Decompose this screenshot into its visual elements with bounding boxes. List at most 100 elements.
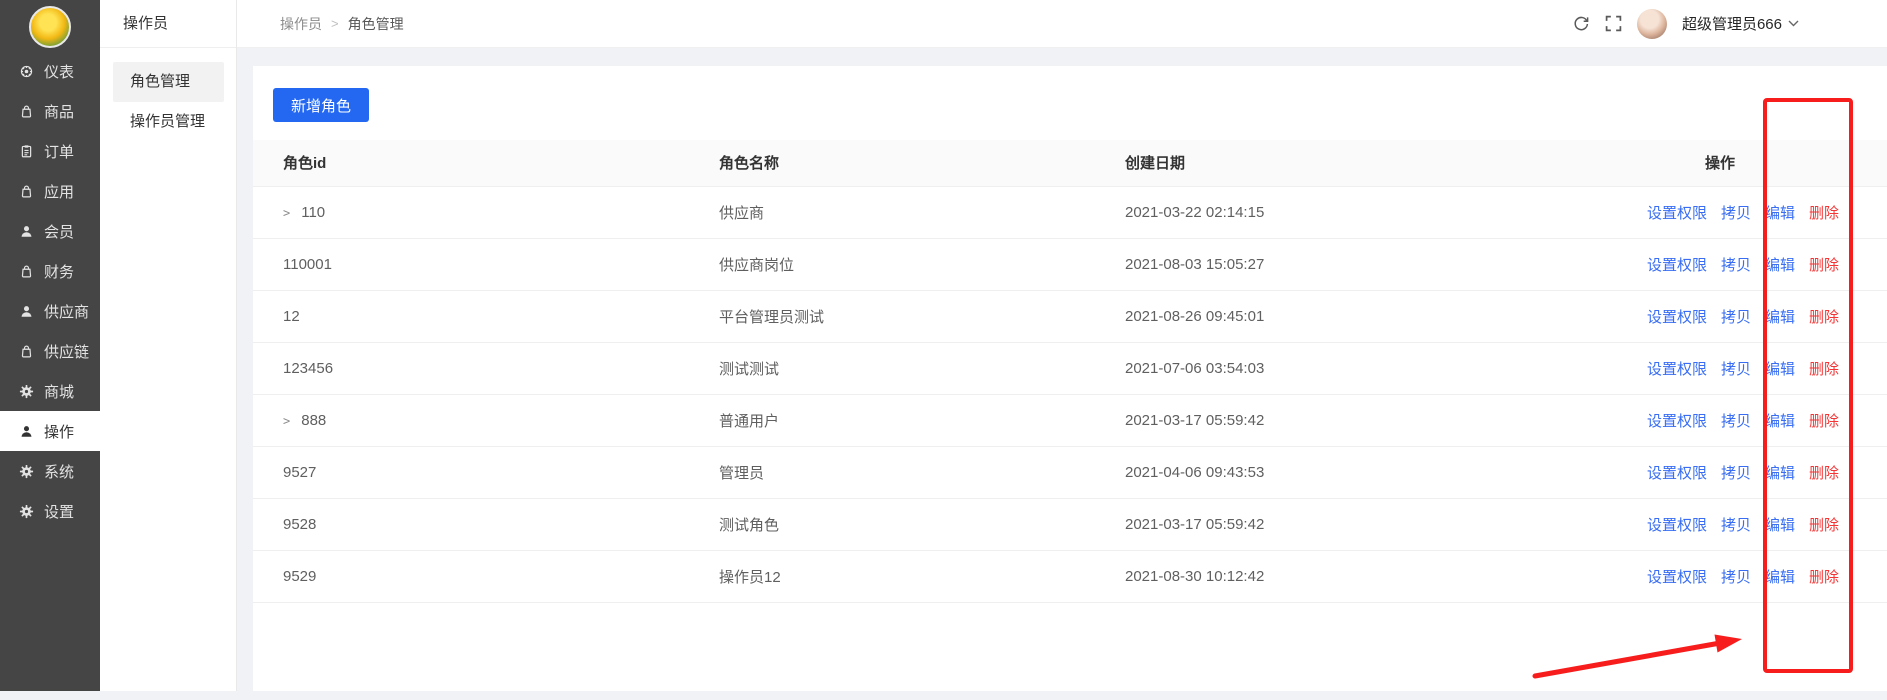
sidebar-item-dashboard[interactable]: 仪表 [0,51,100,91]
action-copy[interactable]: 拷贝 [1721,465,1751,482]
sidebar-item-finance[interactable]: 财务 [0,251,100,291]
action-delete[interactable]: 删除 [1809,309,1839,326]
action-delete[interactable]: 删除 [1809,569,1839,586]
submenu-item-label: 角色管理 [130,73,190,90]
clipboard-icon [19,144,34,159]
action-edit[interactable]: 编辑 [1765,517,1795,534]
action-copy[interactable]: 拷贝 [1721,361,1751,378]
primary-sidebar: 仪表 商品 订单 应用 会员 财务 供应商 供应链 商城 操作 系统 设置 [0,0,100,691]
add-role-button[interactable]: 新增角色 [273,88,369,122]
role-id-cell: 9528 [283,516,316,533]
sidebar-item-system[interactable]: 系统 [0,451,100,491]
sidebar-item-members[interactable]: 会员 [0,211,100,251]
action-set-permissions[interactable]: 设置权限 [1647,361,1707,378]
role-id-cell: 110001 [283,256,332,273]
bag-icon [19,184,34,199]
action-copy[interactable]: 拷贝 [1721,413,1751,430]
sidebar-item-label: 应用 [44,181,74,202]
sidebar-item-label: 系统 [44,461,74,482]
action-delete[interactable]: 删除 [1809,205,1839,222]
submenu-items: 角色管理操作员管理 [100,48,236,142]
table-row-888: >888 普通用户 2021-03-17 05:59:42 设置权限拷贝编辑删除 [253,394,1887,446]
expand-row-icon[interactable]: > [283,206,290,220]
action-edit[interactable]: 编辑 [1765,465,1795,482]
submenu-item-label: 操作员管理 [130,113,205,130]
action-set-permissions[interactable]: 设置权限 [1647,413,1707,430]
role-name-cell: 管理员 [719,446,1125,498]
action-delete[interactable]: 删除 [1809,361,1839,378]
sidebar-item-operations[interactable]: 操作 [0,411,100,451]
sidebar-item-mall[interactable]: 商城 [0,371,100,411]
role-name-cell: 操作员12 [719,550,1125,602]
sidebar-item-apps[interactable]: 应用 [0,171,100,211]
primary-nav: 仪表 商品 订单 应用 会员 财务 供应商 供应链 商城 操作 系统 设置 [0,51,100,531]
action-copy[interactable]: 拷贝 [1721,205,1751,222]
col-created: 创建日期 [1125,140,1633,186]
table-row-123456: 123456 测试测试 2021-07-06 03:54:03 设置权限拷贝编辑… [253,342,1887,394]
action-copy[interactable]: 拷贝 [1721,517,1751,534]
role-name-cell: 平台管理员测试 [719,290,1125,342]
sidebar-item-supply-chain[interactable]: 供应链 [0,331,100,371]
action-set-permissions[interactable]: 设置权限 [1647,465,1707,482]
created-date-cell: 2021-03-22 02:14:15 [1125,186,1633,238]
action-copy[interactable]: 拷贝 [1721,569,1751,586]
role-id-cell: 888 [301,412,326,429]
sidebar-item-settings[interactable]: 设置 [0,491,100,531]
action-edit[interactable]: 编辑 [1765,413,1795,430]
row-actions: 设置权限拷贝编辑删除 [1633,186,1887,238]
action-edit[interactable]: 编辑 [1765,205,1795,222]
user-avatar[interactable] [1637,9,1667,39]
expand-row-icon[interactable]: > [283,414,290,428]
sidebar-item-suppliers[interactable]: 供应商 [0,291,100,331]
col-actions: 操作 [1633,140,1887,186]
created-date-cell: 2021-03-17 05:59:42 [1125,498,1633,550]
action-set-permissions[interactable]: 设置权限 [1647,517,1707,534]
sidebar-item-label: 设置 [44,501,74,522]
gauge-icon [19,64,34,79]
action-edit[interactable]: 编辑 [1765,257,1795,274]
action-set-permissions[interactable]: 设置权限 [1647,205,1707,222]
topbar-right: 超级管理员666 [1573,9,1799,39]
table-row-9528: 9528 测试角色 2021-03-17 05:59:42 设置权限拷贝编辑删除 [253,498,1887,550]
action-delete[interactable]: 删除 [1809,465,1839,482]
app-logo [29,6,71,48]
gear-icon [19,384,34,399]
breadcrumb-item-parent[interactable]: 操作员 [280,14,322,34]
topbar: 操作员 > 角色管理 超级管理员666 [237,0,1887,48]
role-table-card: 新增角色 角色id 角色名称 创建日期 操作 >110 供应商 2021-03-… [253,66,1887,691]
submenu-sidebar: 操作员 角色管理操作员管理 [100,0,237,691]
sidebar-item-label: 商品 [44,101,74,122]
row-actions: 设置权限拷贝编辑删除 [1633,342,1887,394]
action-delete[interactable]: 删除 [1809,517,1839,534]
fullscreen-icon[interactable] [1605,15,1622,32]
submenu-item-operator-management[interactable]: 操作员管理 [113,102,224,142]
table-row-110001: 110001 供应商岗位 2021-08-03 15:05:27 设置权限拷贝编… [253,238,1887,290]
action-copy[interactable]: 拷贝 [1721,257,1751,274]
action-delete[interactable]: 删除 [1809,257,1839,274]
table-row-12: 12 平台管理员测试 2021-08-26 09:45:01 设置权限拷贝编辑删… [253,290,1887,342]
refresh-icon[interactable] [1573,15,1590,32]
roles-table: 角色id 角色名称 创建日期 操作 >110 供应商 2021-03-22 02… [253,140,1887,603]
sidebar-item-label: 会员 [44,221,74,242]
action-edit[interactable]: 编辑 [1765,361,1795,378]
user-menu[interactable]: 超级管理员666 [1682,13,1799,34]
submenu-title: 操作员 [100,0,236,48]
action-set-permissions[interactable]: 设置权限 [1647,569,1707,586]
sidebar-item-label: 财务 [44,261,74,282]
action-copy[interactable]: 拷贝 [1721,309,1751,326]
user-name-label: 超级管理员666 [1682,13,1782,34]
sidebar-item-orders[interactable]: 订单 [0,131,100,171]
action-set-permissions[interactable]: 设置权限 [1647,257,1707,274]
role-id-cell: 110 [301,204,325,221]
sidebar-item-goods[interactable]: 商品 [0,91,100,131]
user-icon [19,304,34,319]
action-edit[interactable]: 编辑 [1765,569,1795,586]
role-id-cell: 9527 [283,464,316,481]
submenu-item-role-management[interactable]: 角色管理 [113,62,224,102]
created-date-cell: 2021-08-26 09:45:01 [1125,290,1633,342]
action-set-permissions[interactable]: 设置权限 [1647,309,1707,326]
sidebar-item-label: 商城 [44,381,74,402]
action-edit[interactable]: 编辑 [1765,309,1795,326]
action-delete[interactable]: 删除 [1809,413,1839,430]
role-name-cell: 普通用户 [719,394,1125,446]
